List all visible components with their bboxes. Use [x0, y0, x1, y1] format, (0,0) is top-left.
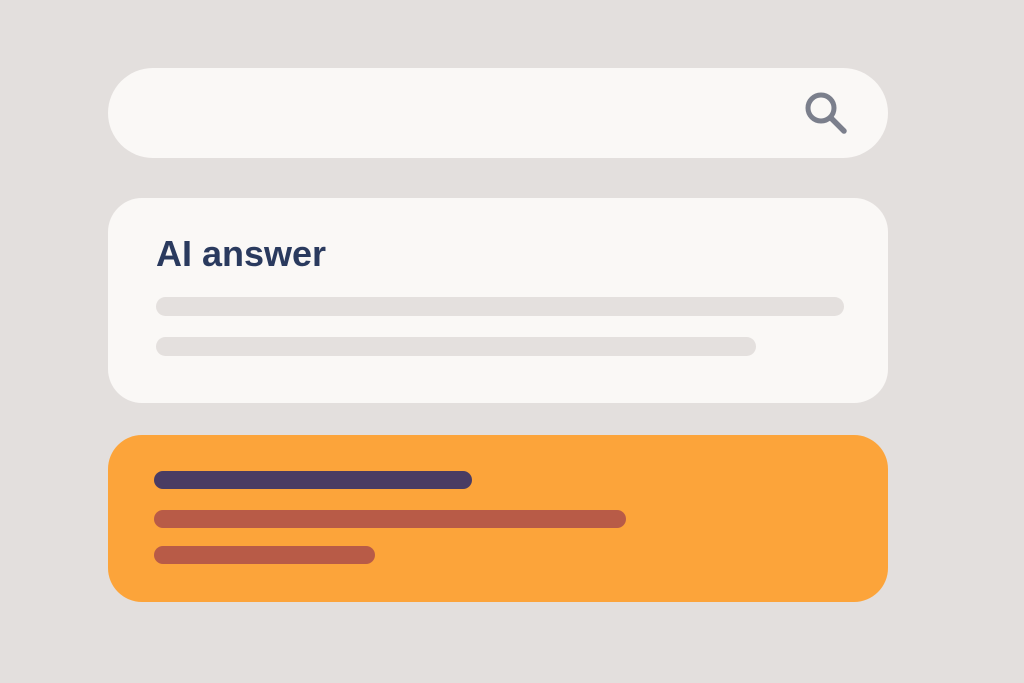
search-bar[interactable] — [108, 68, 888, 160]
highlighted-result-card[interactable] — [108, 435, 888, 602]
ai-answer-placeholder-line — [156, 337, 756, 356]
result-snippet-placeholder — [154, 510, 626, 528]
search-icon-handle — [828, 115, 847, 134]
search-icon[interactable] — [800, 87, 852, 139]
result-title-placeholder[interactable] — [154, 471, 472, 489]
result-snippet-placeholder — [154, 546, 375, 564]
ai-answer-placeholder-line — [156, 297, 844, 316]
ai-answer-card: AI answer — [108, 198, 888, 403]
search-input[interactable] — [148, 68, 792, 160]
ai-answer-title: AI answer — [156, 233, 327, 274]
